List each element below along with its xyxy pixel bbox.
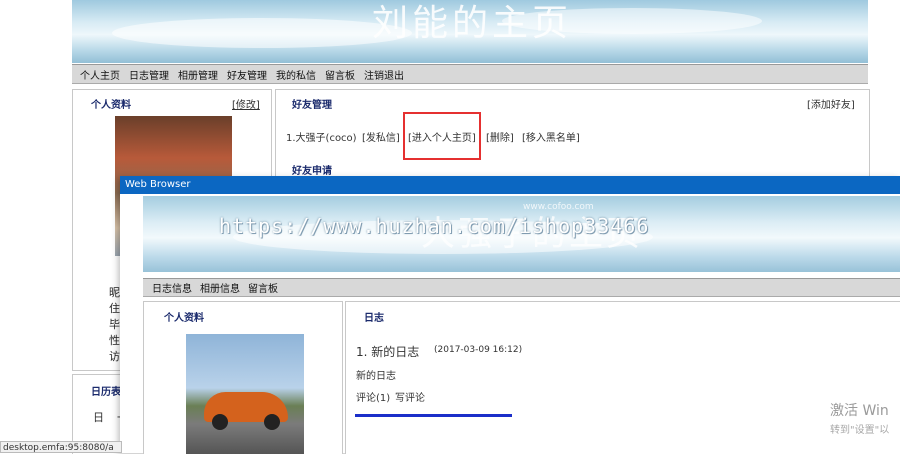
blog-entry-title[interactable]: 1. 新的日志 <box>356 343 419 360</box>
profile-address-label: 住 <box>109 302 120 315</box>
web-browser-window: Web Browser www.cofoo.com 大强子的主页 https:/… <box>120 176 900 454</box>
window-title: Web Browser <box>120 176 900 194</box>
blog-panel: 日志 1. 新的日志 (2017-03-09 16:12) 新的日志 评论(1)… <box>345 301 900 454</box>
friend-manage-title: 好友管理 <box>292 100 332 111</box>
blog-entry-date: (2017-03-09 16:12) <box>434 345 523 355</box>
blog-title: 日志 <box>364 313 384 324</box>
activate-windows-subtitle: 转到"设置"以 <box>830 425 890 436</box>
car-wheel <box>212 414 228 430</box>
nav-friend-manage[interactable]: 好友管理 <box>227 67 267 82</box>
nav-album-info[interactable]: 相册信息 <box>200 280 240 295</box>
friend-profile-title: 个人资料 <box>164 313 204 324</box>
write-comment-link[interactable]: 写评论 <box>395 389 425 404</box>
main-navbar: 个人主页 日志管理 相册管理 好友管理 我的私信 留言板 注销退出 <box>72 64 868 84</box>
banner-cloud <box>112 18 412 48</box>
profile-gender-label: 性 <box>109 334 120 347</box>
blog-divider <box>355 414 512 417</box>
friend-banner: www.cofoo.com 大强子的主页 https://www.huzhan.… <box>143 196 900 272</box>
highlight-box <box>403 112 481 160</box>
car-wheel <box>264 414 280 430</box>
delete-friend-link[interactable]: [删除] <box>486 129 514 144</box>
friend-navbar: 日志信息 相册信息 留言板 <box>143 278 900 297</box>
activate-windows-title: 激活 Win <box>830 403 889 419</box>
add-friend-link[interactable]: [添加好友] <box>807 96 855 111</box>
friend-entry: 1.大强子(coco) <box>286 133 357 144</box>
comments-link[interactable]: 评论(1) <box>356 389 390 404</box>
nav-logout[interactable]: 注销退出 <box>364 67 404 82</box>
friend-panel: 好友管理 [添加好友] 1.大强子(coco) [发私信] [进入个人主页] [… <box>275 89 870 180</box>
send-message-link[interactable]: [发私信] <box>362 129 400 144</box>
calendar-sunday: 日 <box>93 411 104 424</box>
profile-visits-label: 访 <box>109 350 120 363</box>
nav-messages[interactable]: 我的私信 <box>276 67 316 82</box>
watermark-text: https://www.huzhan.com/ishop33466 <box>219 214 650 238</box>
profile-title: 个人资料 <box>91 100 131 111</box>
nav-album-manage[interactable]: 相册管理 <box>178 67 218 82</box>
nav-home[interactable]: 个人主页 <box>80 67 120 82</box>
blacklist-link[interactable]: [移入黑名单] <box>522 129 580 144</box>
banner-title: 刘能的主页 <box>372 3 573 44</box>
blog-entry-body: 新的日志 <box>356 371 396 382</box>
friend-requests-title: 好友申请 <box>292 166 332 177</box>
main-banner: 刘能的主页 <box>72 0 868 63</box>
edit-profile-link[interactable]: [修改] <box>232 96 260 111</box>
status-bar-url: desktop.emfa:95:8080/a <box>0 441 122 453</box>
profile-school-label: 毕 <box>109 318 120 331</box>
nav-blog-info[interactable]: 日志信息 <box>152 280 192 295</box>
profile-nickname-label: 昵 <box>109 286 120 299</box>
friend-profile-photo <box>186 334 304 454</box>
friend-profile-box: 个人资料 <box>143 301 343 454</box>
nav-guestbook[interactable]: 留言板 <box>325 67 355 82</box>
nav-blog-manage[interactable]: 日志管理 <box>129 67 169 82</box>
nav-guestbook[interactable]: 留言板 <box>248 280 278 295</box>
calendar-title: 日历表 <box>91 387 121 398</box>
